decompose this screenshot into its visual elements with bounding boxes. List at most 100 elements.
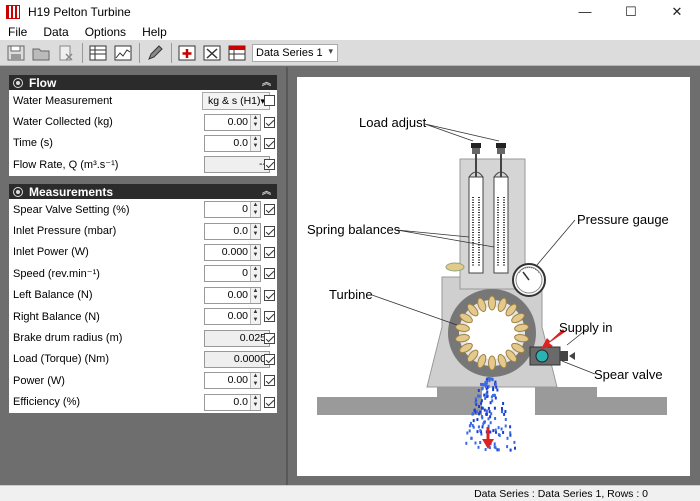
spin-down-icon[interactable]: ▼ <box>251 231 260 239</box>
include-checkbox[interactable] <box>264 246 275 258</box>
spin-up-icon[interactable]: ▲ <box>251 245 260 253</box>
spin-down-icon[interactable]: ▼ <box>251 210 260 218</box>
close-button[interactable]: ✕ <box>654 0 700 23</box>
spin-down-icon[interactable]: ▼ <box>251 122 260 130</box>
spinner[interactable]: ▲ ▼ <box>250 309 260 325</box>
flow-header[interactable]: Flow ︽ <box>9 75 277 90</box>
water-drop <box>482 422 485 426</box>
menu-data[interactable]: Data <box>35 25 76 39</box>
water-drop <box>509 448 512 452</box>
minimize-button[interactable]: — <box>562 0 608 23</box>
include-checkbox[interactable] <box>264 268 275 280</box>
include-checkbox[interactable] <box>264 116 275 128</box>
field-value: 0.00 <box>227 115 248 128</box>
spin-down-icon[interactable]: ▼ <box>251 402 260 410</box>
spinner[interactable]: ▲ ▼ <box>250 394 260 410</box>
include-checkbox[interactable] <box>264 396 275 408</box>
numeric-input[interactable]: 0.00 ▲ ▼ <box>204 308 261 326</box>
numeric-input[interactable]: 0.0 ▲ ▼ <box>204 134 261 152</box>
spin-up-icon[interactable]: ▲ <box>251 202 260 210</box>
spinner[interactable]: ▲ ▼ <box>250 287 260 303</box>
field-value: 0.0 <box>233 136 248 149</box>
group-icon <box>13 77 23 88</box>
include-checkbox[interactable] <box>264 332 275 344</box>
spin-down-icon[interactable]: ▼ <box>251 295 260 303</box>
spin-up-icon[interactable]: ▲ <box>251 288 260 296</box>
add-row-icon[interactable] <box>175 42 199 64</box>
clear-table-icon[interactable] <box>225 42 249 64</box>
spin-down-icon[interactable]: ▼ <box>251 381 260 389</box>
numeric-input[interactable]: 0.0 ▲ ▼ <box>204 393 261 411</box>
include-checkbox[interactable] <box>264 95 275 107</box>
numeric-input[interactable]: 0.000 ▲ ▼ <box>204 243 261 261</box>
spinner[interactable]: ▲ ▼ <box>250 223 260 239</box>
graph-view-icon[interactable] <box>111 42 135 64</box>
include-checkbox[interactable] <box>264 225 275 237</box>
spin-down-icon[interactable]: ▼ <box>251 143 260 151</box>
menu-file[interactable]: File <box>0 25 35 39</box>
numeric-input[interactable]: 0 ▲ ▼ <box>204 201 261 219</box>
turbine-wheel <box>448 289 536 377</box>
numeric-input[interactable]: 0.00 ▲ ▼ <box>204 372 261 390</box>
water-drop <box>489 421 492 425</box>
numeric-input[interactable]: 0 ▲ ▼ <box>204 265 261 283</box>
include-checkbox[interactable] <box>264 137 275 149</box>
spinner[interactable]: ▲ ▼ <box>250 114 260 130</box>
include-checkbox[interactable] <box>264 311 275 323</box>
water-drop <box>492 429 495 433</box>
water-drop <box>493 442 496 446</box>
left-panel: Flow ︽ Water Measurement kg & s (H1) ▾ Wate… <box>0 67 286 485</box>
spinner[interactable]: ▲ ▼ <box>250 202 260 218</box>
collapse-icon[interactable]: ︽ <box>262 75 271 88</box>
spin-down-icon[interactable]: ▼ <box>251 252 260 260</box>
collapse-icon[interactable]: ︽ <box>262 184 271 197</box>
open-folder-icon[interactable] <box>29 42 53 64</box>
water-drop <box>484 396 487 400</box>
include-checkbox[interactable] <box>264 159 275 171</box>
readonly-field: 0.025 <box>204 329 270 347</box>
water-measurement-select[interactable]: kg & s (H1) ▾ <box>202 91 270 110</box>
spin-up-icon[interactable]: ▲ <box>251 309 260 317</box>
numeric-input[interactable]: 0.0 ▲ ▼ <box>204 222 261 240</box>
field-row: Power (W) 0.00 ▲ ▼ <box>9 370 277 391</box>
include-checkbox[interactable] <box>264 353 275 365</box>
spin-up-icon[interactable]: ▲ <box>251 224 260 232</box>
water-drop <box>502 431 505 434</box>
include-checkbox[interactable] <box>264 289 275 301</box>
maximize-button[interactable]: ☐ <box>608 0 654 23</box>
delete-row-icon[interactable] <box>200 42 224 64</box>
spin-up-icon[interactable]: ▲ <box>251 115 260 123</box>
spin-up-icon[interactable]: ▲ <box>251 395 260 403</box>
toolbar: Data Series 1 ▾ <box>0 40 700 66</box>
spin-up-icon[interactable]: ▲ <box>251 373 260 381</box>
spin-up-icon[interactable]: ▲ <box>251 136 260 144</box>
menu-options[interactable]: Options <box>77 25 134 39</box>
spinner[interactable]: ▲ ▼ <box>250 266 260 282</box>
panel-splitter[interactable] <box>286 67 288 485</box>
menu-help[interactable]: Help <box>134 25 175 39</box>
save-icon[interactable] <box>4 42 28 64</box>
spin-up-icon[interactable]: ▲ <box>251 266 260 274</box>
pressure-gauge <box>512 263 546 297</box>
numeric-input[interactable]: 0.00 ▲ ▼ <box>204 286 261 304</box>
delete-file-icon[interactable] <box>54 42 78 64</box>
label-pressure-gauge: Pressure gauge <box>577 212 669 227</box>
table-view-icon[interactable] <box>86 42 110 64</box>
water-drop <box>494 382 497 386</box>
data-series-select[interactable]: Data Series 1 ▾ <box>252 43 338 62</box>
spin-down-icon[interactable]: ▼ <box>251 317 260 325</box>
water-drop <box>488 410 491 414</box>
spinner[interactable]: ▲ ▼ <box>250 373 260 389</box>
edit-pencil-icon[interactable] <box>143 42 167 64</box>
flow-group: Flow ︽ Water Measurement kg & s (H1) ▾ Wate… <box>9 75 277 176</box>
include-checkbox[interactable] <box>264 204 275 216</box>
numeric-input[interactable]: 0.00 ▲ ▼ <box>204 113 261 131</box>
spin-down-icon[interactable]: ▼ <box>251 274 260 282</box>
water-drop <box>477 389 480 392</box>
include-checkbox[interactable] <box>264 375 275 387</box>
spinner[interactable]: ▲ ▼ <box>250 244 260 260</box>
spinner[interactable]: ▲ ▼ <box>250 135 260 151</box>
label-supply-in: Supply in <box>559 320 612 335</box>
water-drop <box>478 405 480 408</box>
measurements-header[interactable]: Measurements ︽ <box>9 184 277 199</box>
